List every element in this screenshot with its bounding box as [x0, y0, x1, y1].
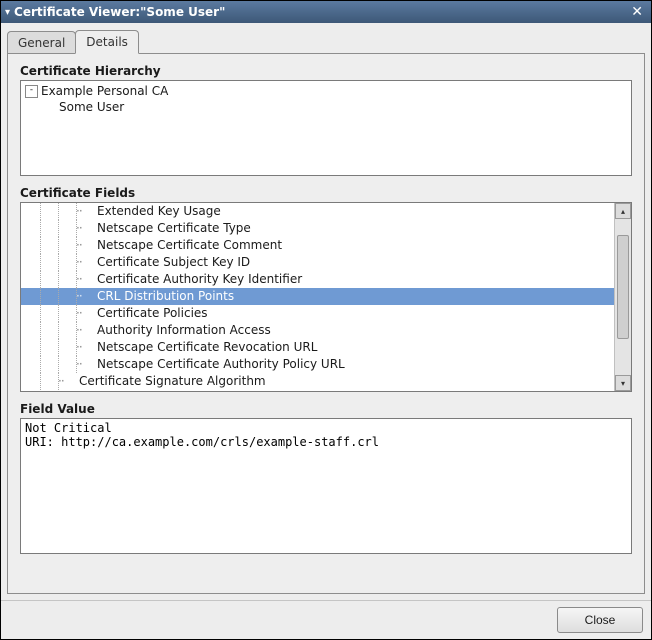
field-label: Certificate Policies — [97, 306, 208, 320]
field-row[interactable]: ··Certificate Signature Algorithm — [21, 373, 614, 390]
tab-details[interactable]: Details — [75, 30, 139, 54]
fields-label: Certificate Fields — [20, 186, 632, 200]
field-row[interactable]: ··Certificate Policies — [21, 305, 614, 322]
field-label: Netscape Certificate Authority Policy UR… — [97, 357, 345, 371]
hierarchy-row[interactable]: -Example Personal CA — [25, 83, 627, 99]
section-fields: Certificate Fields ··Extended Key Usage·… — [20, 186, 632, 392]
scroll-thumb[interactable] — [617, 235, 629, 340]
field-label: Certificate Signature Algorithm — [79, 374, 266, 388]
field-label: Certificate Authority Key Identifier — [97, 272, 302, 286]
titlebar-menu-icon[interactable]: ▾ — [5, 7, 10, 18]
tab-general[interactable]: General — [7, 31, 76, 54]
field-row[interactable]: ··Certificate Subject Key ID — [21, 254, 614, 271]
field-label: Authority Information Access — [97, 323, 271, 337]
fields-scrollbar[interactable]: ▴ ▾ — [614, 203, 631, 391]
window-frame: ▾ Certificate Viewer:"Some User" ✕ Gener… — [0, 0, 652, 640]
field-row[interactable]: ··Netscape Certificate Comment — [21, 237, 614, 254]
button-bar: Close — [1, 600, 651, 639]
field-label: Certificate Subject Key ID — [97, 255, 250, 269]
section-field-value: Field Value Not Critical URI: http://ca.… — [20, 402, 632, 554]
scroll-down-icon[interactable]: ▾ — [615, 375, 631, 391]
hierarchy-item-label: Some User — [59, 100, 124, 114]
hierarchy-tree[interactable]: -Example Personal CASome User — [20, 80, 632, 176]
titlebar[interactable]: ▾ Certificate Viewer:"Some User" ✕ — [1, 1, 651, 23]
field-value-box[interactable]: Not Critical URI: http://ca.example.com/… — [20, 418, 632, 554]
close-button[interactable]: Close — [557, 607, 643, 633]
field-row[interactable]: ··Netscape Certificate Type — [21, 220, 614, 237]
hierarchy-label: Certificate Hierarchy — [20, 64, 632, 78]
field-label: Netscape Certificate Revocation URL — [97, 340, 317, 354]
field-row[interactable]: ··Certificate Authority Key Identifier — [21, 271, 614, 288]
field-row[interactable]: ··Authority Information Access — [21, 322, 614, 339]
field-label: Netscape Certificate Comment — [97, 238, 282, 252]
fields-list[interactable]: ··Extended Key Usage··Netscape Certifica… — [21, 203, 614, 391]
field-row[interactable]: ··CRL Distribution Points — [21, 288, 614, 305]
close-icon[interactable]: ✕ — [627, 4, 647, 20]
window-title: Certificate Viewer:"Some User" — [14, 5, 627, 19]
hierarchy-item-label: Example Personal CA — [41, 84, 168, 98]
hierarchy-row[interactable]: Some User — [25, 99, 627, 115]
field-label: Netscape Certificate Type — [97, 221, 251, 235]
field-label: CRL Distribution Points — [97, 289, 234, 303]
tabstrip: General Details — [1, 23, 651, 53]
section-hierarchy: Certificate Hierarchy -Example Personal … — [20, 64, 632, 176]
field-value-label: Field Value — [20, 402, 632, 416]
client-area: General Details Certificate Hierarchy -E… — [1, 23, 651, 639]
fields-box: ··Extended Key Usage··Netscape Certifica… — [20, 202, 632, 392]
collapse-icon[interactable]: - — [25, 85, 38, 98]
field-row[interactable]: ··Extended Key Usage — [21, 203, 614, 220]
field-row[interactable]: ··Netscape Certificate Authority Policy … — [21, 356, 614, 373]
scroll-up-icon[interactable]: ▴ — [615, 203, 631, 219]
tab-page-details: Certificate Hierarchy -Example Personal … — [7, 53, 645, 594]
field-label: Extended Key Usage — [97, 204, 221, 218]
field-row[interactable]: ··Netscape Certificate Revocation URL — [21, 339, 614, 356]
